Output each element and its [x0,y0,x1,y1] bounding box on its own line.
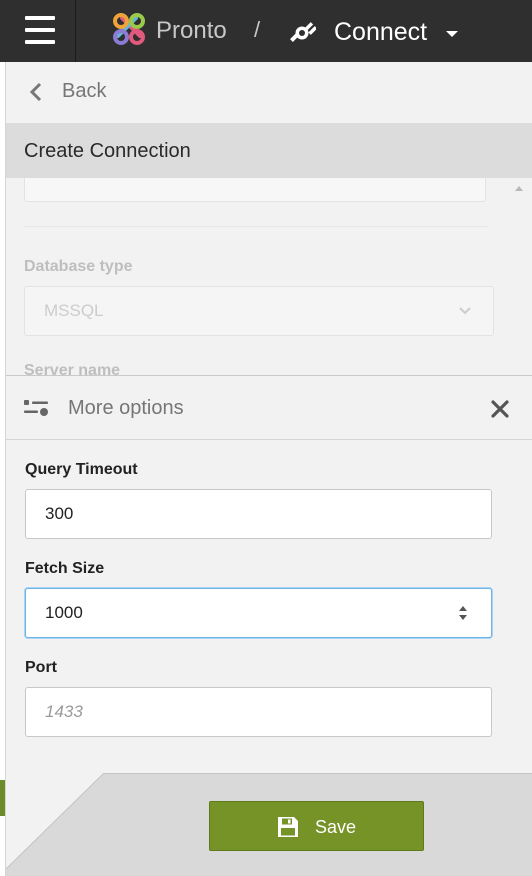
background-strip [0,780,5,816]
save-button-label: Save [315,817,357,837]
fetch-size-label: Fetch Size [25,560,105,577]
query-timeout-label: Query Timeout [25,461,138,478]
divider [24,226,488,227]
pronto-logo[interactable] [112,12,146,46]
fetch-size-input[interactable] [25,588,492,638]
top-bar: Pronto / Connect [0,0,532,62]
connection-sheet: Back Create Connection Database type MSS… [5,62,532,876]
scroll-up-arrow[interactable] [515,186,523,191]
save-button[interactable]: Save [209,801,424,851]
close-icon[interactable] [490,399,510,419]
port-input[interactable] [25,687,492,737]
floppy-disk-icon [278,817,298,837]
server-name-label: Server name [24,362,121,376]
port-label: Port [25,659,57,676]
page-title-bar: Create Connection [6,124,532,178]
query-timeout-input[interactable] [25,489,492,539]
plug-icon [290,22,316,42]
back-button[interactable]: Back [6,62,532,124]
background-form: Database type MSSQL Server name [6,178,532,376]
caret-down-icon[interactable] [446,31,458,37]
hamburger-menu-button[interactable] [0,0,76,62]
back-label: Back [62,80,107,102]
hamburger-icon [25,16,55,20]
database-type-value: MSSQL [44,301,104,320]
page-title: Create Connection [24,140,191,162]
section-dropdown[interactable]: Connect [334,18,427,47]
footer-bar: Save [6,773,532,876]
sliders-icon [24,400,48,416]
chevron-left-icon [29,82,42,102]
app-name-link[interactable]: Pronto [156,17,227,45]
database-type-select[interactable]: MSSQL [24,286,494,336]
chevron-down-icon [459,307,471,315]
breadcrumb-separator: / [254,17,261,42]
more-options-title: More options [68,397,184,419]
database-type-label: Database type [24,258,133,275]
previous-field [24,178,486,202]
more-options-header: More options [6,376,532,440]
number-spinner-icon[interactable] [456,603,470,623]
